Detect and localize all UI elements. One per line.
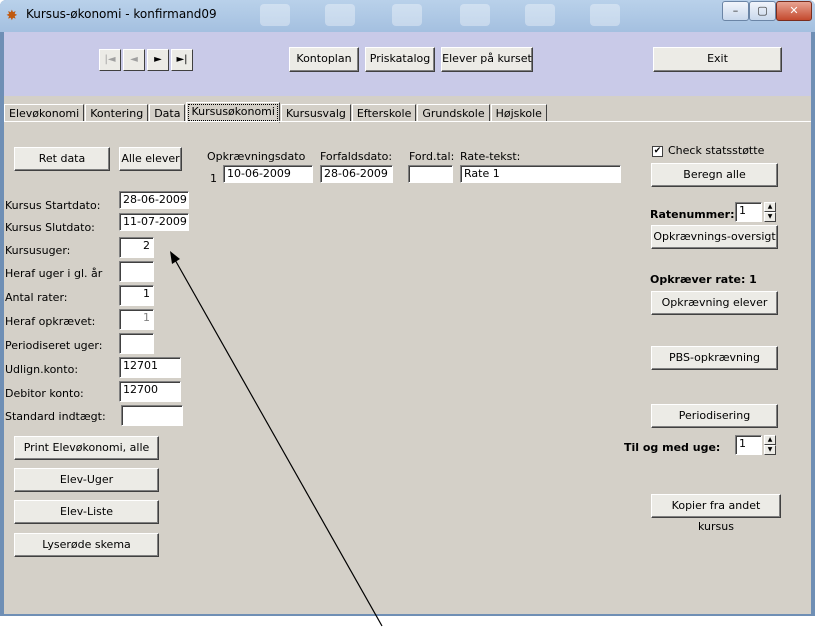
annotation-arrow-line <box>173 257 383 627</box>
annotation-arrow-head <box>170 251 180 264</box>
annotation-arrow <box>170 251 383 627</box>
